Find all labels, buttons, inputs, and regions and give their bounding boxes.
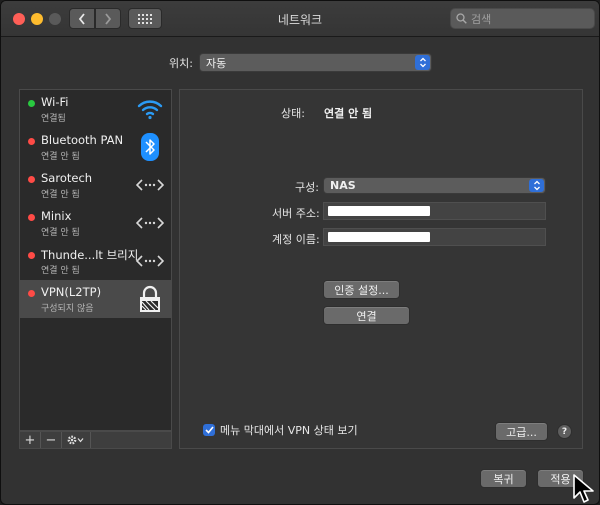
status-dot [28, 176, 35, 183]
popup-arrows-icon [415, 55, 430, 70]
show-vpn-status-row[interactable]: 메뉴 막대에서 VPN 상태 보기 [203, 422, 358, 438]
status-dot [28, 290, 35, 297]
service-name: Minix [41, 209, 72, 223]
revert-button[interactable]: 복귀 [480, 469, 527, 488]
service-item-minix[interactable]: Minix 연결 안 됨 [20, 204, 171, 242]
service-item-sarotech[interactable]: Sarotech 연결 안 됨 [20, 166, 171, 204]
service-name: Sarotech [41, 171, 93, 185]
server-address-field[interactable] [323, 202, 546, 220]
configuration-value: NAS [330, 179, 356, 192]
status-dot [28, 214, 35, 221]
status-value: 연결 안 됨 [324, 107, 373, 120]
service-item-wifi[interactable]: Wi-Fi 연결됨 [20, 90, 171, 128]
vpn-lock-icon [136, 285, 164, 313]
status-dot [28, 252, 35, 259]
service-name: Bluetooth PAN [41, 133, 124, 147]
ethernet-arrows-icon [136, 209, 164, 237]
service-status: 구성되지 않음 [41, 304, 94, 314]
service-list: Wi-Fi 연결됨 Bluetooth PAN 연결 안 됨 Sarotech … [19, 89, 172, 431]
title-bar: 네트워크 검색 [1, 1, 599, 37]
show-vpn-status-label: 메뉴 막대에서 VPN 상태 보기 [220, 424, 358, 437]
account-name-field[interactable] [323, 228, 546, 246]
service-status: 연결 안 됨 [41, 152, 80, 162]
ethernet-arrows-icon [136, 171, 164, 199]
service-status: 연결 안 됨 [41, 190, 80, 200]
status-label: 상태: [281, 107, 305, 120]
service-item-thunderbolt-bridge[interactable]: Thunde...lt 브리지 연결 안 됨 [20, 242, 171, 280]
connect-button[interactable]: 연결 [323, 306, 410, 325]
action-menu-button[interactable] [62, 432, 91, 448]
redacted-value [328, 232, 430, 242]
ethernet-arrows-icon [136, 247, 164, 275]
advanced-button[interactable]: 고급... [495, 422, 548, 441]
service-item-bluetooth-pan[interactable]: Bluetooth PAN 연결 안 됨 [20, 128, 171, 166]
bluetooth-icon [136, 133, 164, 161]
gear-icon [67, 435, 84, 445]
vpn-detail-panel [179, 89, 583, 449]
wifi-icon [136, 95, 164, 123]
location-label: 위치: [169, 57, 193, 70]
mouse-cursor-icon [573, 474, 594, 503]
service-list-toolbar: + − [19, 431, 172, 449]
status-dot [28, 100, 35, 107]
server-address-label: 서버 주소: [272, 207, 320, 220]
search-placeholder: 검색 [471, 12, 492, 26]
authentication-settings-button[interactable]: 인증 설정... [323, 280, 400, 299]
search-icon [456, 13, 467, 24]
location-value: 자동 [206, 56, 227, 70]
service-name: Thunde...lt 브리지 [41, 248, 139, 262]
configuration-label: 구성: [295, 181, 319, 194]
show-vpn-status-checkbox[interactable] [203, 424, 215, 436]
checkmark-icon [204, 426, 214, 434]
account-name-label: 계정 이름: [272, 233, 320, 246]
network-preferences-window: 네트워크 검색 위치: 자동 Wi-Fi 연결됨 Bluetooth PAN 연… [0, 0, 600, 505]
service-name: VPN(L2TP) [41, 285, 102, 299]
configuration-popup[interactable]: NAS [323, 177, 546, 194]
service-item-vpn-l2tp[interactable]: VPN(L2TP) 구성되지 않음 [20, 280, 171, 318]
service-status: 연결 안 됨 [41, 228, 80, 238]
location-popup[interactable]: 자동 [199, 53, 432, 72]
search-field[interactable]: 검색 [450, 8, 595, 29]
remove-service-button[interactable]: − [41, 432, 62, 448]
service-name: Wi-Fi [41, 95, 69, 109]
status-dot [28, 138, 35, 145]
redacted-value [328, 206, 430, 216]
service-status: 연결됨 [41, 114, 66, 124]
help-button[interactable]: ? [557, 424, 572, 439]
popup-arrows-icon [529, 179, 544, 192]
service-status: 연결 안 됨 [41, 266, 80, 276]
add-service-button[interactable]: + [20, 432, 41, 448]
